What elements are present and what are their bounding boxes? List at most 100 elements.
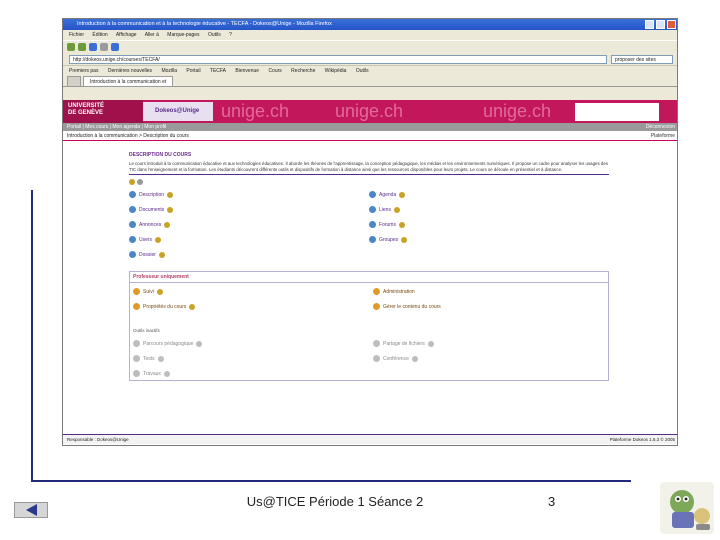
content-icon [373, 303, 380, 311]
visibility-eye-icon[interactable] [167, 206, 174, 213]
assignments-icon [133, 370, 140, 378]
back-icon[interactable] [67, 43, 75, 51]
bookmark-link[interactable]: Wikipédia [325, 68, 347, 74]
tool-course-properties[interactable]: Propriétés du cours [133, 303, 196, 311]
slide-caption: Us@TICE Période 1 Séance 2 [246, 494, 424, 509]
university-logo[interactable]: UNIVERSITÉ DE GENÈVE [63, 100, 143, 123]
visibility-eye-icon[interactable] [155, 236, 162, 243]
tool-description[interactable]: Description [129, 191, 174, 199]
edit-icon[interactable] [129, 179, 135, 186]
tool-assignments[interactable]: Travaux [133, 370, 170, 378]
tool-users[interactable]: Users [129, 236, 162, 244]
admin-panel: Professeur uniquement Suivi Propriétés d… [129, 271, 609, 382]
tool-administration[interactable]: Administration [373, 288, 415, 296]
prev-slide-button[interactable] [14, 502, 48, 518]
mascot-icon [660, 482, 714, 534]
bookmark-link[interactable]: Portail [186, 68, 200, 74]
footer-platform[interactable]: Plateforme Dokeos 1.6.3 © 2005 [610, 435, 675, 445]
bookmark-link[interactable]: Recherche [291, 68, 315, 74]
bookmark-link[interactable]: Outils [356, 68, 369, 74]
site-nav-links[interactable]: Portail | Mes cours | Mon agenda | Mon p… [67, 124, 166, 130]
stop-icon[interactable] [100, 43, 108, 51]
menu-go[interactable]: Aller à [145, 32, 159, 38]
tool-links[interactable]: Liens [369, 206, 400, 214]
visibility-eye-icon[interactable] [167, 191, 174, 198]
forward-icon[interactable] [78, 43, 86, 51]
menu-edit[interactable]: Édition [92, 32, 107, 38]
settings-icon[interactable] [137, 179, 143, 186]
tool-label: Agenda [379, 191, 397, 198]
tool-course-content[interactable]: Gérer le contenu du cours [373, 303, 441, 311]
forums-icon [369, 221, 376, 229]
visibility-eye-icon[interactable] [196, 340, 203, 347]
maximize-button[interactable] [656, 20, 665, 29]
breadcrumb: Introduction à la communication > Descri… [63, 131, 677, 141]
bookmark-link[interactable]: Dernières nouvelles [108, 68, 152, 74]
tool-agenda[interactable]: Agenda [369, 191, 406, 199]
tab-blank[interactable] [67, 76, 81, 86]
visibility-eye-icon[interactable] [398, 221, 405, 228]
description-text: Le cours introduit à la communication éd… [129, 161, 609, 176]
visibility-eye-icon[interactable] [399, 191, 406, 198]
footer-responsible[interactable]: Responsable : Dokeos@Unige [67, 437, 129, 442]
course-content: DESCRIPTION DU COURS Le cours introduit … [129, 152, 609, 382]
site-nav-bar: Portail | Mes cours | Mon agenda | Mon p… [63, 123, 677, 131]
breadcrumb-path[interactable]: Introduction à la communication > Descri… [67, 133, 189, 139]
prev-slide-icon [25, 504, 37, 516]
menu-help[interactable]: ? [229, 32, 232, 38]
tab-course[interactable]: Introduction à la communication et [83, 76, 174, 86]
url-input[interactable]: http://dokeos.unige.ch/courses/TECFA/ [69, 54, 607, 64]
visibility-eye-icon[interactable] [189, 303, 196, 310]
home-icon[interactable] [111, 43, 119, 51]
tool-announcements[interactable]: Annonces [129, 221, 171, 229]
menu-file[interactable]: Fichier [69, 32, 84, 38]
banner-watermark: unige.ch [221, 101, 290, 121]
visibility-eye-icon[interactable] [164, 221, 171, 228]
platform-link[interactable]: Plateforme [651, 131, 675, 141]
description-title: DESCRIPTION DU COURS [129, 152, 192, 158]
visibility-eye-icon[interactable] [163, 370, 170, 377]
tool-forums[interactable]: Forums [369, 221, 405, 229]
tool-label: Suivi [143, 288, 154, 295]
visibility-eye-icon[interactable] [156, 288, 163, 295]
documents-icon [129, 206, 136, 214]
tool-tracking[interactable]: Suivi [133, 288, 163, 296]
visibility-eye-icon[interactable] [411, 355, 418, 362]
bookmark-link[interactable]: Bienvenue [235, 68, 259, 74]
tool-label: Propriétés du cours [143, 303, 187, 310]
bookmark-link[interactable]: TECFA [210, 68, 226, 74]
menu-bookmarks[interactable]: Marque-pages [167, 32, 199, 38]
tool-file-sharing[interactable]: Partage de fichiers [373, 340, 434, 348]
search-input[interactable]: proposer des sites [611, 54, 673, 64]
tool-tests[interactable]: Tests [133, 355, 164, 363]
minimize-button[interactable] [645, 20, 654, 29]
tool-label: Parcours pédagogique [143, 340, 194, 347]
tool-documents[interactable]: Documents [129, 206, 174, 214]
visibility-eye-icon[interactable] [393, 206, 400, 213]
bookmark-link[interactable]: Premiers pas [69, 68, 98, 74]
agenda-icon [369, 191, 376, 199]
visibility-eye-icon[interactable] [158, 251, 165, 258]
site-name[interactable]: Dokeos@Unige [143, 102, 213, 121]
tool-dropbox[interactable]: Dossier [129, 251, 165, 259]
logo-line-2: DE GENÈVE [68, 110, 104, 116]
address-bar: http://dokeos.unige.ch/courses/TECFA/ pr… [63, 53, 677, 65]
menu-tools[interactable]: Outils [208, 32, 221, 38]
bookmark-link[interactable]: Cours [268, 68, 281, 74]
visibility-eye-icon[interactable] [427, 340, 434, 347]
logout-link[interactable]: Déconnexion [646, 123, 675, 131]
tool-groups[interactable]: Groupes [369, 236, 408, 244]
menu-view[interactable]: Affichage [116, 32, 137, 38]
tool-conference[interactable]: Conférence [373, 355, 418, 363]
visibility-eye-icon[interactable] [157, 355, 164, 362]
bookmark-link[interactable]: Mozilla [161, 68, 177, 74]
tool-learning-path[interactable]: Parcours pédagogique [133, 340, 203, 348]
tool-label: Forums [379, 221, 396, 228]
tool-label: Administration [383, 288, 415, 295]
nav-toolbar [63, 40, 677, 53]
slide: Introduction à la communication et à la … [0, 0, 720, 540]
tool-label: Liens [379, 206, 391, 213]
reload-icon[interactable] [89, 43, 97, 51]
visibility-eye-icon[interactable] [401, 236, 408, 243]
close-window-button[interactable] [667, 20, 676, 29]
